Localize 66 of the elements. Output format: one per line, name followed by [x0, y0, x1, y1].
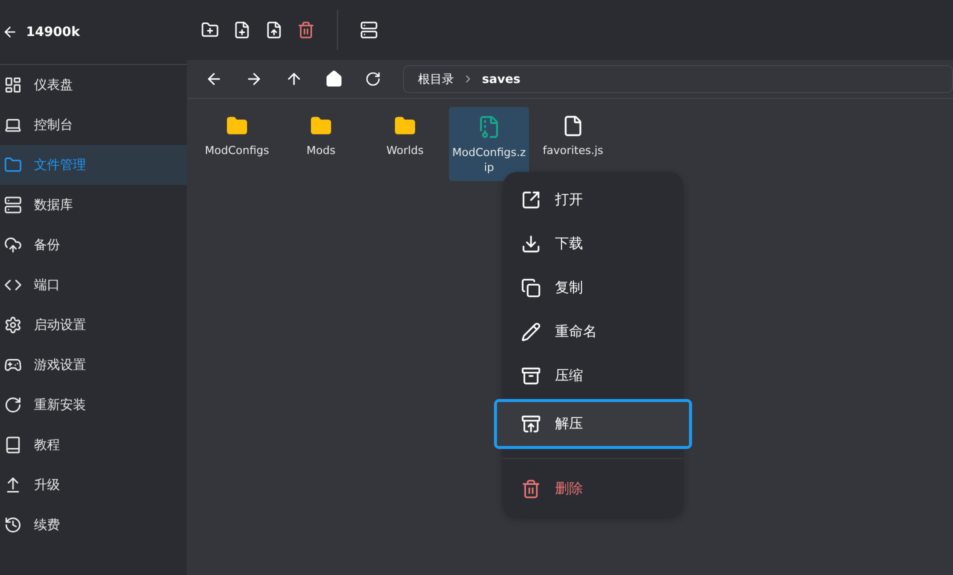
- menu-item-icon: [521, 278, 541, 298]
- archive-icon: [477, 115, 501, 139]
- file-item[interactable]: ModConfigs.zip: [449, 107, 529, 181]
- menu-item[interactable]: 下载: [503, 222, 683, 266]
- menu-item[interactable]: 复制: [503, 266, 683, 310]
- menu-item-icon: [521, 234, 541, 254]
- menu-item[interactable]: 重命名: [503, 310, 683, 354]
- folder-icon: [394, 115, 416, 137]
- menu-item-icon: [521, 190, 541, 210]
- menu-item-icon: [4, 76, 22, 94]
- file-name: favorites.js: [542, 143, 604, 158]
- menu-item-icon: [4, 156, 22, 174]
- menu-item[interactable]: 删除: [503, 467, 683, 511]
- delete-icon[interactable]: [297, 21, 315, 39]
- menu-item-icon: [4, 436, 22, 454]
- breadcrumb-link[interactable]: 根目录: [418, 70, 454, 88]
- sidebar-item[interactable]: 文件管理: [0, 145, 187, 185]
- forward-icon[interactable]: [245, 70, 263, 88]
- menu-item[interactable]: 压缩: [503, 354, 683, 398]
- sidebar-item[interactable]: 数据库: [0, 185, 187, 225]
- back-icon[interactable]: [205, 70, 223, 88]
- menu-item[interactable]: 解压: [497, 402, 689, 446]
- breadcrumb-link[interactable]: saves: [482, 72, 520, 86]
- refresh-icon[interactable]: [365, 71, 381, 87]
- home-icon[interactable]: [325, 70, 343, 88]
- folder-icon: [226, 115, 248, 137]
- sidebar-item[interactable]: 端口: [0, 265, 187, 305]
- file-item[interactable]: favorites.js: [533, 107, 613, 164]
- file-name: Mods: [306, 143, 336, 158]
- sidebar-item[interactable]: 启动设置: [0, 305, 187, 345]
- sidebar-item[interactable]: 教程: [0, 425, 187, 465]
- menu-item-icon: [4, 516, 22, 534]
- sidebar-item[interactable]: 备份: [0, 225, 187, 265]
- sidebar-item[interactable]: 游戏设置: [0, 345, 187, 385]
- menu-item[interactable]: 打开: [503, 178, 683, 222]
- upload-file-icon[interactable]: [265, 21, 283, 39]
- file-name: Worlds: [385, 143, 425, 158]
- menu-item-icon: [4, 476, 22, 494]
- sidebar-item[interactable]: 控制台: [0, 105, 187, 145]
- menu-item-icon: [4, 396, 22, 414]
- menu-item-icon: [521, 479, 541, 499]
- sidebar-item[interactable]: 升级: [0, 465, 187, 505]
- file-icon: [562, 115, 584, 137]
- file-name: ModConfigs.zip: [452, 145, 526, 175]
- menu-item-icon: [521, 322, 541, 342]
- menu-item-icon: [4, 196, 22, 214]
- new-file-icon[interactable]: [233, 21, 251, 39]
- sidebar-item[interactable]: 续费: [0, 505, 187, 545]
- menu-item-icon: [4, 236, 22, 254]
- server-title: 14900k: [26, 24, 80, 40]
- menu-item-icon: [4, 316, 22, 334]
- up-icon[interactable]: [285, 70, 303, 88]
- sidebar-item[interactable]: 仪表盘: [0, 65, 187, 105]
- menu-item-icon: [4, 116, 22, 134]
- menu-item-icon: [4, 356, 22, 374]
- menu-item-icon: [521, 366, 541, 386]
- server-icon[interactable]: [360, 21, 378, 39]
- file-item[interactable]: Mods: [281, 107, 361, 164]
- file-item[interactable]: Worlds: [365, 107, 445, 164]
- new-folder-icon[interactable]: [201, 21, 219, 39]
- file-name: ModConfigs: [204, 143, 270, 158]
- folder-icon: [310, 115, 332, 137]
- menu-item-icon: [521, 414, 541, 434]
- file-item[interactable]: ModConfigs: [197, 107, 277, 164]
- sidebar-item[interactable]: 重新安装: [0, 385, 187, 425]
- back-icon[interactable]: [2, 24, 18, 40]
